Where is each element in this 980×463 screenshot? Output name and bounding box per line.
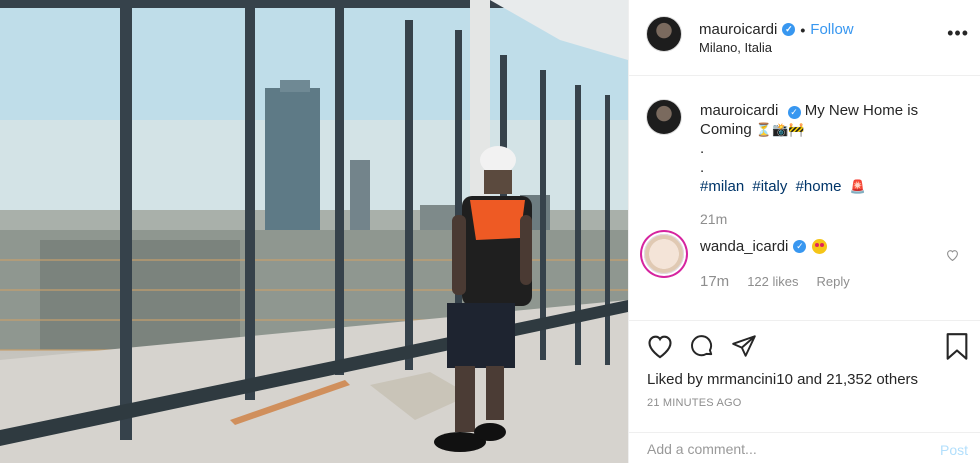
share-send-icon[interactable] bbox=[730, 333, 758, 362]
comments-section[interactable]: mauroicardi ✓ My New Home is Coming ⏳📸🚧 … bbox=[629, 77, 980, 320]
save-bookmark-icon[interactable] bbox=[945, 333, 969, 364]
hashtag-link[interactable]: #milan bbox=[700, 178, 744, 195]
verified-badge-icon: ✓ bbox=[793, 240, 807, 253]
likes-summary: Liked by mrmancini10 and 21,352 others bbox=[647, 371, 918, 388]
post-timestamp[interactable]: 21 MINUTES AGO bbox=[647, 397, 742, 409]
liked-by-prefix: Liked by bbox=[647, 371, 703, 388]
more-options-icon[interactable]: ••• bbox=[947, 24, 969, 42]
separator-dot: • bbox=[800, 21, 806, 38]
verified-badge-icon: ✓ bbox=[787, 106, 801, 119]
hashtag-link[interactable]: #italy bbox=[752, 178, 787, 195]
caption-text: mauroicardi ✓ My New Home is Coming ⏳📸🚧 … bbox=[700, 101, 970, 196]
post-header: mauroicardi ✓ • Follow Milano, Italia ••… bbox=[629, 0, 980, 76]
commenter-username[interactable]: wanda_icardi bbox=[700, 238, 788, 255]
caption-username[interactable]: mauroicardi bbox=[700, 102, 778, 119]
author-line: mauroicardi ✓ • Follow bbox=[699, 21, 854, 38]
post-location[interactable]: Milano, Italia bbox=[699, 40, 772, 55]
comment-time: 17m bbox=[700, 273, 730, 290]
photo-scene bbox=[0, 0, 628, 463]
add-comment-input[interactable] bbox=[647, 441, 917, 457]
author-avatar[interactable] bbox=[646, 16, 682, 52]
reply-button[interactable]: Reply bbox=[817, 274, 850, 289]
post-comment-button[interactable]: Post bbox=[940, 442, 968, 458]
hashtag-link[interactable]: #home bbox=[796, 178, 842, 195]
caption-dot: . bbox=[700, 140, 705, 157]
caption-avatar[interactable] bbox=[646, 99, 682, 135]
post-sidebar: mauroicardi ✓ • Follow Milano, Italia ••… bbox=[628, 0, 980, 463]
comment-meta: 17m 122 likes Reply bbox=[700, 273, 850, 290]
caption-time: 21m bbox=[700, 211, 728, 227]
comment-likes[interactable]: 122 likes bbox=[747, 274, 798, 289]
liked-by-user[interactable]: mrmancini10 bbox=[707, 371, 793, 388]
caption-hashtags: #milan #italy #home 🚨 bbox=[700, 177, 970, 196]
post-photo[interactable] bbox=[0, 0, 628, 463]
add-comment-bar: Post bbox=[629, 432, 980, 463]
follow-button[interactable]: Follow bbox=[810, 21, 853, 38]
siren-emoji: 🚨 bbox=[849, 179, 866, 194]
comment-like-icon[interactable] bbox=[946, 249, 959, 264]
comment-bubble-icon[interactable] bbox=[688, 333, 716, 362]
author-username[interactable]: mauroicardi bbox=[699, 21, 777, 38]
comment-text: wanda_icardi ✓ bbox=[700, 238, 828, 255]
commenter-avatar[interactable] bbox=[644, 234, 684, 274]
heart-eyes-emoji bbox=[812, 239, 828, 254]
verified-badge-icon: ✓ bbox=[782, 23, 796, 36]
caption-emojis: ⏳📸🚧 bbox=[755, 122, 805, 137]
like-heart-icon[interactable] bbox=[646, 333, 674, 362]
caption-dot: . bbox=[700, 159, 705, 176]
likes-others-count[interactable]: 21,352 others bbox=[826, 371, 918, 388]
liked-by-and: and bbox=[797, 371, 823, 388]
action-bar: Liked by mrmancini10 and 21,352 others 2… bbox=[629, 320, 980, 432]
